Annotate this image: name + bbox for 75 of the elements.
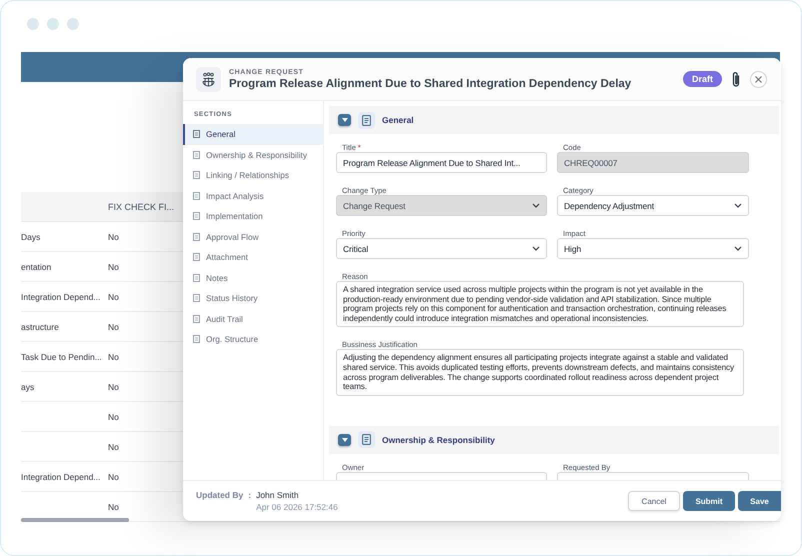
sidebar-item[interactable]: Audit Trail [183, 308, 323, 329]
document-icon [193, 253, 200, 262]
dropdown-field[interactable]: Critical [336, 238, 547, 259]
updated-by-label: Updated By [196, 490, 244, 502]
people-globe-icon [196, 66, 221, 92]
sidebar-item[interactable]: Approval Flow [183, 226, 323, 247]
dropdown-field[interactable]: Dependency Adjustment [557, 195, 749, 216]
sidebar-item[interactable]: Ownership & Responsibility [183, 144, 323, 165]
document-icon [193, 130, 200, 138]
chevron-down-icon [532, 246, 540, 251]
table-cell: No [108, 472, 119, 482]
table-cell: No [108, 232, 119, 242]
table-cell: No [108, 322, 119, 332]
primary-button[interactable]: Submit [683, 491, 735, 511]
window-dot[interactable] [47, 18, 59, 30]
sidebar-item[interactable]: Linking / Relationships [183, 165, 323, 186]
label-separator: : [248, 490, 252, 502]
table-cell: Task Due to Pendin... [21, 352, 102, 362]
primary-button[interactable]: Save [738, 491, 781, 511]
chevron-down-icon [734, 203, 742, 208]
record-title: Program Release Alignment Due to Shared Integration Dependency Delay [229, 78, 632, 90]
table-cell: No [108, 502, 119, 512]
table-cell: Integration Depend... [21, 292, 100, 302]
section-title: General [382, 115, 414, 125]
dropdown-field[interactable]: High [557, 238, 749, 259]
table-cell: No [108, 292, 119, 302]
document-icon [358, 431, 375, 448]
sidebar-item[interactable]: General [183, 124, 323, 144]
table-cell: ays [21, 382, 34, 392]
close-icon [755, 76, 762, 82]
paperclip-icon[interactable] [731, 70, 741, 88]
table-cell: No [108, 352, 119, 362]
window-dot[interactable] [67, 18, 79, 30]
document-icon [193, 150, 200, 159]
column-header[interactable]: FIX CHECK FI... [108, 202, 174, 212]
scrollbar-thumb[interactable] [21, 518, 129, 522]
table-cell: entation [21, 262, 52, 272]
text-field[interactable]: Program Release Alignment Due to Shared Int... [336, 152, 547, 173]
table-cell: No [108, 382, 119, 392]
sidebar-item[interactable]: Impact Analysis [183, 186, 323, 206]
document-icon [193, 294, 200, 302]
window-dot[interactable] [27, 18, 39, 30]
table-cell: No [108, 262, 119, 272]
document-icon [193, 212, 200, 220]
caret-icon [342, 438, 348, 442]
sidebar-item[interactable]: Notes [183, 268, 323, 288]
sidebar-item[interactable]: Attachment [183, 247, 323, 268]
document-icon [358, 112, 375, 128]
document-icon [193, 232, 200, 241]
document-icon [193, 171, 200, 180]
sidebar-item[interactable]: Implementation [183, 206, 323, 226]
document-icon [193, 192, 200, 200]
document-icon [193, 335, 200, 344]
sidebar-item[interactable]: Org. Structure [183, 329, 323, 350]
chevron-down-icon [532, 203, 540, 208]
table-cell: astructure [21, 322, 59, 332]
section-title: Ownership & Responsibility [382, 434, 495, 445]
table-cell: No [108, 412, 119, 422]
chevron-down-icon [734, 246, 742, 251]
table-cell: No [108, 442, 119, 452]
user-name: John Smith [256, 490, 300, 500]
table-cell: Days [21, 232, 40, 242]
timestamp: Apr 06 2026 17:52:46 [256, 502, 338, 512]
close-button[interactable] [750, 70, 767, 88]
sidebar-item[interactable]: Status History [183, 288, 323, 308]
collapse-button[interactable] [338, 114, 351, 126]
text-area[interactable]: A shared integration service used across multiple projects within the program is not yet available in the production-ready environment due to pending vendor-side validation and API stabilization. Since multiple program projects rely on this component for authentication and transaction orchestration, continuing releases independently could introduce integration mismatches and operational inconsistencies. [336, 281, 744, 328]
table-cell: Integration Depend... [21, 472, 100, 482]
collapse-button[interactable] [338, 434, 351, 446]
document-icon [193, 314, 200, 323]
status-badge: Draft [682, 71, 722, 87]
text-area[interactable]: Adjusting the dependency alignment ensures all participating projects integrate against a stable and validated shared service. This avoids duplicated testing efforts, prevents downstream defects, and maintains consistency across program deliverables. The change supports coordinated rollout readiness across dependent project teams. [336, 349, 744, 396]
document-icon [193, 274, 200, 282]
caret-icon [342, 118, 348, 122]
secondary-button[interactable]: Cancel [628, 491, 680, 511]
